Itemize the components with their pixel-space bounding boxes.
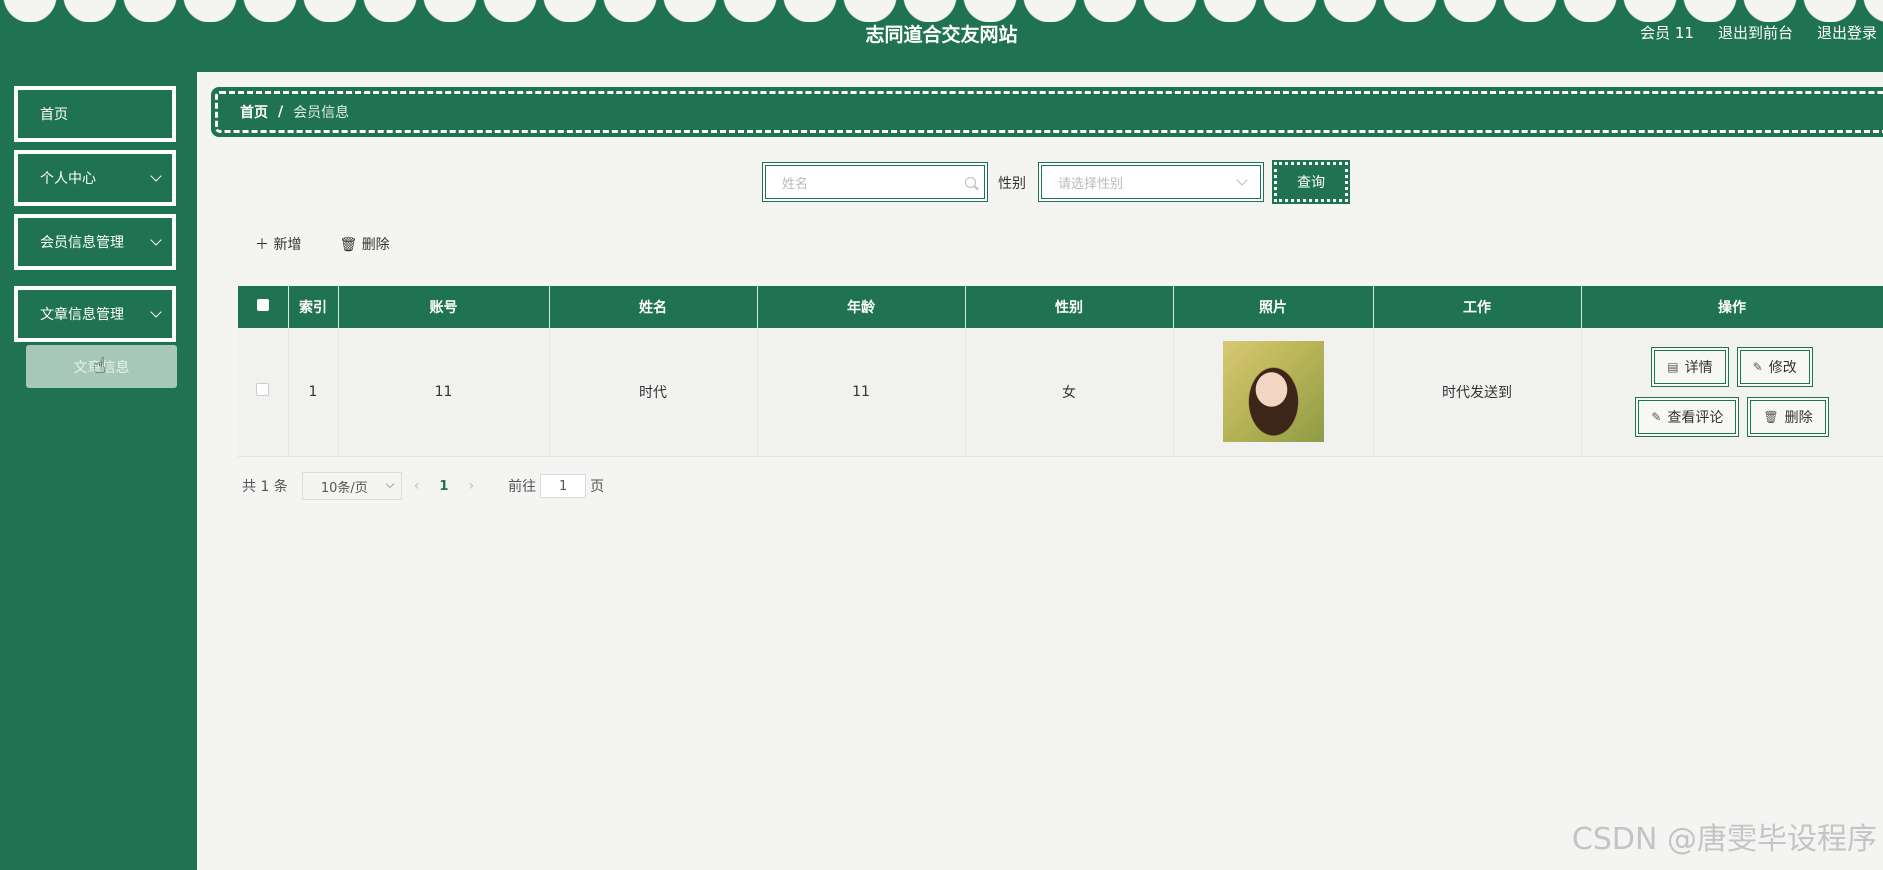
breadcrumb-current: 会员信息 <box>293 105 350 121</box>
cell-gender: 女 <box>965 328 1174 457</box>
breadcrumb-separator: / <box>278 104 284 120</box>
page-size-select[interactable]: 10条/页 <box>301 472 402 500</box>
toolbar: ＋ 新增 🗑 删除 <box>255 234 390 254</box>
hand-cursor-icon: ☝ <box>93 354 107 379</box>
name-placeholder: 姓名 <box>782 176 809 192</box>
breadcrumb-home[interactable]: 首页 <box>240 102 268 122</box>
goto-label: 前往 <box>508 479 537 495</box>
table-row: 1 11 时代 11 女 时代发送到 ▤ 详情 ✎ 修改 ✎ 查看评论 🗑 删除 <box>238 328 1883 457</box>
detail-button[interactable]: ▤ 详情 <box>1651 346 1729 387</box>
pagination: 共 1 条 10条/页 ‹ 1 › 前往 1 页 <box>242 472 604 500</box>
view-comments-button[interactable]: ✎ 查看评论 <box>1635 396 1740 437</box>
sidebar-item-personal-center[interactable]: 个人中心 <box>14 150 176 206</box>
row-delete-button[interactable]: 🗑 删除 <box>1747 396 1829 437</box>
add-label: 新增 <box>273 237 302 253</box>
cell-photo <box>1173 328 1374 457</box>
gender-placeholder: 请选择性别 <box>1058 176 1124 192</box>
gender-label: 性别 <box>998 176 1026 192</box>
cell-name: 时代 <box>549 328 758 457</box>
header-links: 会员 11 退出到前台 退出登录 <box>1640 22 1877 43</box>
sidebar-item-label: 文章信息管理 <box>40 307 124 323</box>
sidebar-item-member-management[interactable]: 会员信息管理 <box>14 214 176 270</box>
document-icon: ▤ <box>1667 359 1679 374</box>
chevron-down-icon <box>150 306 162 318</box>
member-table: 索引 账号 姓名 年龄 性别 照片 工作 操作 1 11 时代 11 女 时代发… <box>238 286 1883 457</box>
plus-icon: ＋ <box>255 237 274 253</box>
trash-icon: 🗑 <box>1763 409 1779 424</box>
edit-label: 修改 <box>1768 359 1797 376</box>
cell-job: 时代发送到 <box>1373 328 1582 457</box>
query-button[interactable]: 查询 <box>1272 160 1350 204</box>
column-header: 操作 <box>1581 286 1883 328</box>
sidebar-item-home[interactable]: 首页 <box>14 86 176 142</box>
gender-select[interactable]: 请选择性别 <box>1038 162 1264 202</box>
scallop-decoration <box>0 0 1883 22</box>
chevron-down-icon <box>385 479 395 489</box>
trash-icon: 🗑 <box>339 237 362 253</box>
header: 志同道合交友网站 会员 11 退出到前台 退出登录 <box>0 0 1883 72</box>
edit-icon: ✎ <box>1752 359 1763 374</box>
table-header-row: 索引 账号 姓名 年龄 性别 照片 工作 操作 <box>238 286 1883 328</box>
goto-page-input[interactable]: 1 <box>540 474 587 498</box>
chevron-down-icon <box>1236 174 1248 186</box>
watermark: CSDN @唐雯毕设程序 <box>1571 822 1877 857</box>
sidebar-item-label: 首页 <box>40 107 68 123</box>
prev-page-icon[interactable]: ‹ <box>414 478 420 494</box>
column-header: 工作 <box>1373 286 1582 328</box>
column-header: 姓名 <box>549 286 758 328</box>
column-header: 性别 <box>965 286 1174 328</box>
chevron-down-icon <box>150 170 162 182</box>
comments-label: 查看评论 <box>1667 409 1724 426</box>
back-to-front-link[interactable]: 退出到前台 <box>1718 22 1793 43</box>
row-checkbox[interactable] <box>238 328 289 457</box>
logout-link[interactable]: 退出登录 <box>1817 22 1877 43</box>
search-icon <box>965 176 976 188</box>
cell-index: 1 <box>288 328 339 457</box>
cell-account: 11 <box>338 328 550 457</box>
name-search-input[interactable]: 姓名 <box>762 162 988 202</box>
column-header: 照片 <box>1173 286 1374 328</box>
total-count: 共 1 条 <box>242 479 288 495</box>
add-button[interactable]: ＋ 新增 <box>255 234 301 254</box>
cell-actions: ▤ 详情 ✎ 修改 ✎ 查看评论 🗑 删除 <box>1581 328 1883 457</box>
site-title: 志同道合交友网站 <box>865 24 1018 46</box>
page-size-value: 10条/页 <box>320 480 368 496</box>
chevron-down-icon <box>150 234 162 246</box>
cell-age: 11 <box>757 328 966 457</box>
user-label: 会员 11 <box>1640 24 1694 42</box>
row-delete-label: 删除 <box>1784 409 1813 426</box>
detail-label: 详情 <box>1684 359 1713 376</box>
delete-label: 删除 <box>361 237 390 253</box>
breadcrumb: 首页 / 会员信息 <box>211 87 1883 137</box>
portrait-photo <box>1222 341 1324 443</box>
sidebar: 首页 个人中心 会员信息管理 文章信息管理 <box>0 72 197 870</box>
column-header: 索引 <box>288 286 339 328</box>
column-header: 账号 <box>338 286 550 328</box>
delete-button[interactable]: 🗑 删除 <box>339 234 389 254</box>
current-page[interactable]: 1 <box>439 479 448 494</box>
next-page-icon[interactable]: › <box>468 478 474 494</box>
sidebar-item-article-management[interactable]: 文章信息管理 <box>14 286 176 342</box>
sidebar-item-label: 个人中心 <box>40 171 96 187</box>
breadcrumb-inner: 首页 / 会员信息 <box>215 91 1883 133</box>
edit-icon: ✎ <box>1651 409 1662 424</box>
page-unit-label: 页 <box>590 479 605 495</box>
column-header: 年龄 <box>757 286 966 328</box>
edit-button[interactable]: ✎ 修改 <box>1736 346 1813 387</box>
sidebar-item-label: 会员信息管理 <box>40 235 124 251</box>
select-all-checkbox[interactable] <box>238 286 289 328</box>
